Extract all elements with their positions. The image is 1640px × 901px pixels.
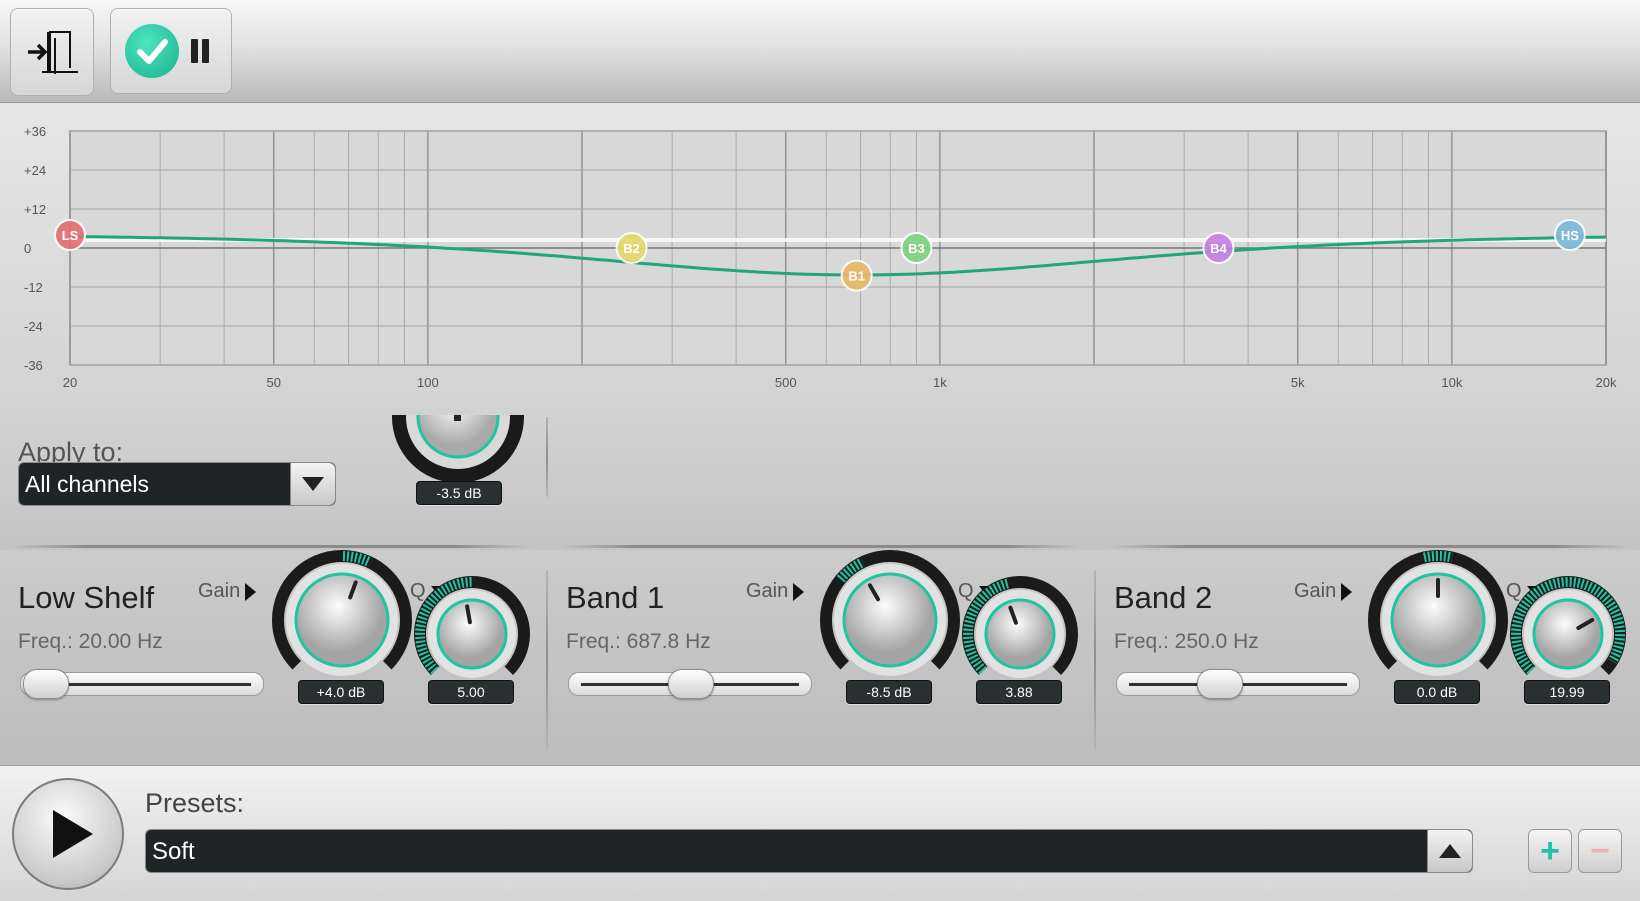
chevron-up-icon xyxy=(1439,844,1461,858)
checkmark-icon xyxy=(125,24,179,78)
pause-icon xyxy=(191,39,209,63)
gain-value-badge: 0.0 dB xyxy=(1394,680,1480,704)
eq-frequency-graph[interactable]: +36 +24 +12 0 -12 -24 -36 20 50 100 500 1k 5k 10k 20k L… xyxy=(0,103,1640,415)
gain-value-badge: +4.0 dB xyxy=(298,680,384,704)
x-axis-label: 10k xyxy=(1441,375,1462,390)
add-preset-button[interactable]: + xyxy=(1528,829,1572,873)
gain-value-badge: -8.5 dB xyxy=(846,680,932,704)
x-axis-label: 20k xyxy=(1596,375,1617,390)
frequency-slider[interactable] xyxy=(20,669,264,699)
q-knob[interactable] xyxy=(1510,576,1626,692)
frequency-slider[interactable] xyxy=(1116,669,1360,699)
presets-footer: Presets: Soft + − xyxy=(0,765,1640,901)
enable-toggle-button[interactable] xyxy=(110,8,232,94)
frequency-label: Freq.: 687.8 Hz xyxy=(566,630,711,653)
gain-knob[interactable] xyxy=(1368,550,1508,690)
eq-node-ls[interactable]: LS xyxy=(54,219,86,251)
apply-to-value: All channels xyxy=(25,471,150,497)
slider-thumb[interactable] xyxy=(668,669,714,699)
dropdown-arrow-button[interactable] xyxy=(1427,830,1472,872)
band-panel-0: Low Shelf Gain Q Freq.: 20.00 Hz +4.0 dB 5.00 xyxy=(0,550,548,765)
play-button[interactable] xyxy=(12,778,124,890)
gain-knob[interactable] xyxy=(820,550,960,690)
apply-section: Apply to: All channels -3.5 dB xyxy=(0,415,1640,550)
remove-preset-button[interactable]: − xyxy=(1578,829,1622,873)
svg-text:B1: B1 xyxy=(848,269,865,284)
x-axis-label: 20 xyxy=(63,375,77,390)
q-value-badge: 3.88 xyxy=(976,680,1062,704)
gain-label-text: Gain xyxy=(746,580,789,602)
band-title: Band 1 xyxy=(566,580,665,615)
band-panel-2: Band 2 Gain Q Freq.: 250.0 Hz 0.0 dB 19.99 xyxy=(1096,550,1640,765)
eq-node-hs[interactable]: HS xyxy=(1553,219,1586,251)
triangle-right-icon xyxy=(793,582,805,601)
svg-text:LS: LS xyxy=(62,228,79,243)
chevron-down-icon xyxy=(302,477,324,491)
q-value-badge: 19.99 xyxy=(1524,680,1610,704)
gain-label-text: Gain xyxy=(198,580,241,602)
triangle-right-icon xyxy=(245,582,257,601)
divider xyxy=(10,545,530,548)
master-gain-knob[interactable] xyxy=(390,415,526,485)
frequency-slider[interactable] xyxy=(568,669,812,699)
x-axis-label: 50 xyxy=(267,375,281,390)
eq-node-b2[interactable]: B2 xyxy=(615,232,648,264)
svg-text:B4: B4 xyxy=(1210,241,1227,256)
svg-text:HS: HS xyxy=(1561,228,1579,243)
svg-text:B3: B3 xyxy=(908,241,925,256)
divider xyxy=(560,545,1080,548)
presets-label: Presets: xyxy=(145,788,245,818)
triangle-right-icon xyxy=(1341,582,1353,601)
master-gain-value: -3.5 dB xyxy=(416,481,502,505)
y-axis-label: +24 xyxy=(24,163,46,178)
band-title: Band 2 xyxy=(1114,580,1213,615)
gain-label[interactable]: Gain xyxy=(198,580,257,603)
x-axis-label: 1k xyxy=(933,375,947,390)
divider xyxy=(1094,570,1096,750)
y-axis-label: -12 xyxy=(24,280,43,295)
frequency-label: Freq.: 20.00 Hz xyxy=(18,630,163,653)
gain-label[interactable]: Gain xyxy=(746,580,805,603)
eq-node-b1[interactable]: B1 xyxy=(840,259,873,292)
dropdown-arrow-button[interactable] xyxy=(290,463,335,505)
x-axis-label: 100 xyxy=(417,375,439,390)
band-title: Low Shelf xyxy=(18,580,155,615)
master-gain-knob-wrap xyxy=(390,415,526,485)
q-knob[interactable] xyxy=(962,576,1078,692)
y-axis-label: -24 xyxy=(24,319,43,334)
gain-label-text: Gain xyxy=(1294,580,1337,602)
y-axis-label: 0 xyxy=(24,241,31,256)
y-axis-label: +12 xyxy=(24,202,46,217)
gain-knob[interactable] xyxy=(272,550,412,690)
exit-door-icon xyxy=(28,31,78,74)
preset-value: Soft xyxy=(152,838,195,865)
band-panel-1: Band 1 Gain Q Freq.: 687.8 Hz -8.5 dB 3.88 xyxy=(548,550,1096,765)
divider xyxy=(546,417,548,497)
frequency-label: Freq.: 250.0 Hz xyxy=(1114,630,1259,653)
eq-node-b4[interactable]: B4 xyxy=(1202,232,1235,264)
eq-graph-panel: +36 +24 +12 0 -12 -24 -36 20 50 100 500 1k 5k 10k 20k L… xyxy=(0,103,1640,415)
x-axis-label: 500 xyxy=(775,375,797,390)
exit-button[interactable] xyxy=(10,8,94,96)
eq-node-b3[interactable]: B3 xyxy=(900,232,933,264)
bands-section: Low Shelf Gain Q Freq.: 20.00 Hz +4.0 dB 5.00… xyxy=(0,550,1640,765)
apply-to-dropdown[interactable]: All channels xyxy=(18,462,336,506)
divider xyxy=(1110,545,1630,548)
gain-label[interactable]: Gain xyxy=(1294,580,1353,603)
q-knob[interactable] xyxy=(414,576,530,692)
play-icon xyxy=(53,810,93,858)
svg-text:B2: B2 xyxy=(623,241,640,256)
x-axis-label: 5k xyxy=(1291,375,1305,390)
top-toolbar xyxy=(0,0,1640,103)
slider-thumb[interactable] xyxy=(23,669,69,699)
slider-thumb[interactable] xyxy=(1196,669,1243,699)
y-axis-label: +36 xyxy=(24,124,46,139)
q-value-badge: 5.00 xyxy=(428,680,514,704)
preset-dropdown[interactable]: Soft xyxy=(145,829,1473,873)
divider xyxy=(546,570,548,750)
y-axis-label: -36 xyxy=(24,358,43,373)
